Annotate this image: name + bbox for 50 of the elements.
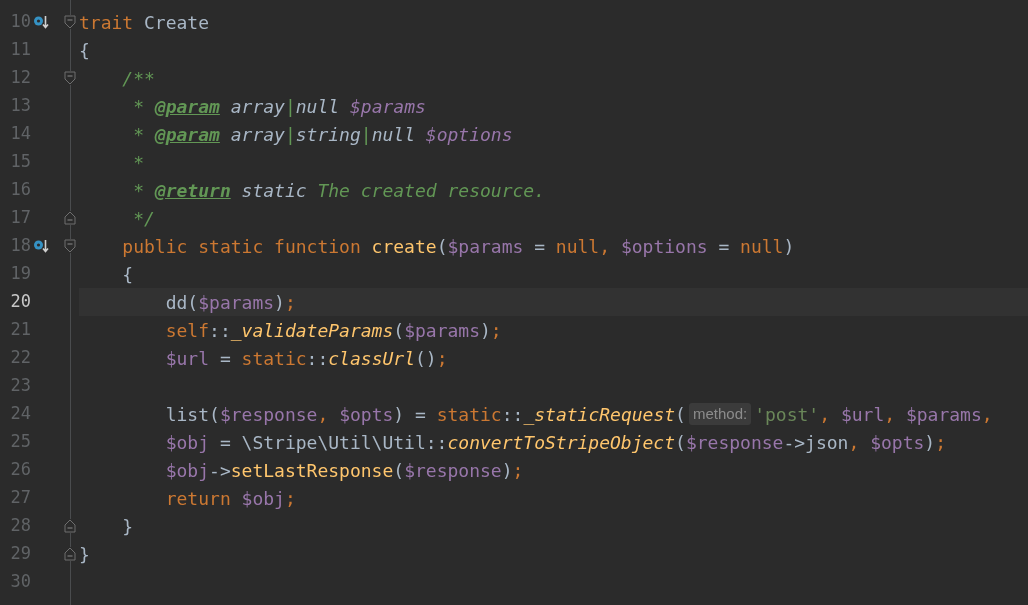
code-text: 'post', $url, $params, bbox=[754, 402, 993, 427]
code-text: * bbox=[132, 150, 145, 175]
line-number: 25 bbox=[9, 430, 31, 454]
code-text: } bbox=[79, 542, 90, 567]
code-text: trait Create bbox=[79, 10, 210, 35]
code-text: } bbox=[121, 514, 134, 539]
line-number: 11 bbox=[9, 38, 31, 62]
line-number: 19 bbox=[9, 262, 31, 286]
line-number: 10 bbox=[9, 10, 31, 34]
fold-marker-icon[interactable] bbox=[64, 15, 76, 29]
line-number: 22 bbox=[9, 346, 31, 370]
line-number: 26 bbox=[9, 458, 31, 482]
code-text: /** bbox=[121, 66, 155, 91]
fold-marker-icon[interactable] bbox=[64, 547, 76, 561]
line-number: 13 bbox=[9, 94, 31, 118]
line-number: 16 bbox=[9, 178, 31, 202]
line-number: 14 bbox=[9, 122, 31, 146]
line-number: 24 bbox=[9, 402, 31, 426]
fold-marker-icon[interactable] bbox=[64, 71, 76, 85]
line-number: 17 bbox=[9, 206, 31, 230]
line-number: 20 bbox=[9, 290, 31, 314]
code-text: $obj = \Stripe\Util\Util::convertToStripeObject($response->json, $opts); bbox=[164, 430, 947, 455]
fold-marker-icon[interactable] bbox=[64, 519, 76, 533]
fold-marker-icon[interactable] bbox=[64, 239, 76, 253]
line-number: 27 bbox=[9, 486, 31, 510]
code-text: * @param array|string|null $options bbox=[132, 122, 513, 147]
fold-marker-icon[interactable] bbox=[64, 211, 76, 225]
line-number: 18 bbox=[9, 234, 31, 258]
code-text: return $obj; bbox=[164, 486, 296, 511]
line-number: 28 bbox=[9, 514, 31, 538]
line-number: 23 bbox=[9, 374, 31, 398]
implements-icon[interactable] bbox=[33, 238, 49, 254]
code-text: list($response, $opts) = static::_staticRequest( bbox=[164, 402, 686, 427]
code-text: $obj->setLastResponse($response); bbox=[164, 458, 524, 483]
code-text: */ bbox=[132, 206, 155, 231]
line-number: 30 bbox=[9, 570, 31, 594]
code-text: { bbox=[121, 262, 134, 287]
code-text: self::_validateParams($params); bbox=[164, 318, 502, 343]
code-text: $url = static::classUrl(); bbox=[164, 346, 448, 371]
line-number: 15 bbox=[9, 150, 31, 174]
line-number: 21 bbox=[9, 318, 31, 342]
code-text: dd($params); bbox=[164, 290, 296, 315]
code-text: * @return static The created resource. bbox=[132, 178, 545, 203]
code-text: public static function create($params = null, $options = null) bbox=[121, 234, 795, 259]
line-number: 29 bbox=[9, 542, 31, 566]
parameter-hint: method: bbox=[688, 403, 752, 425]
code-text: { bbox=[79, 38, 90, 63]
code-text: * @param array|null $params bbox=[132, 94, 426, 119]
implements-icon[interactable] bbox=[33, 14, 49, 30]
line-number: 12 bbox=[9, 66, 31, 90]
